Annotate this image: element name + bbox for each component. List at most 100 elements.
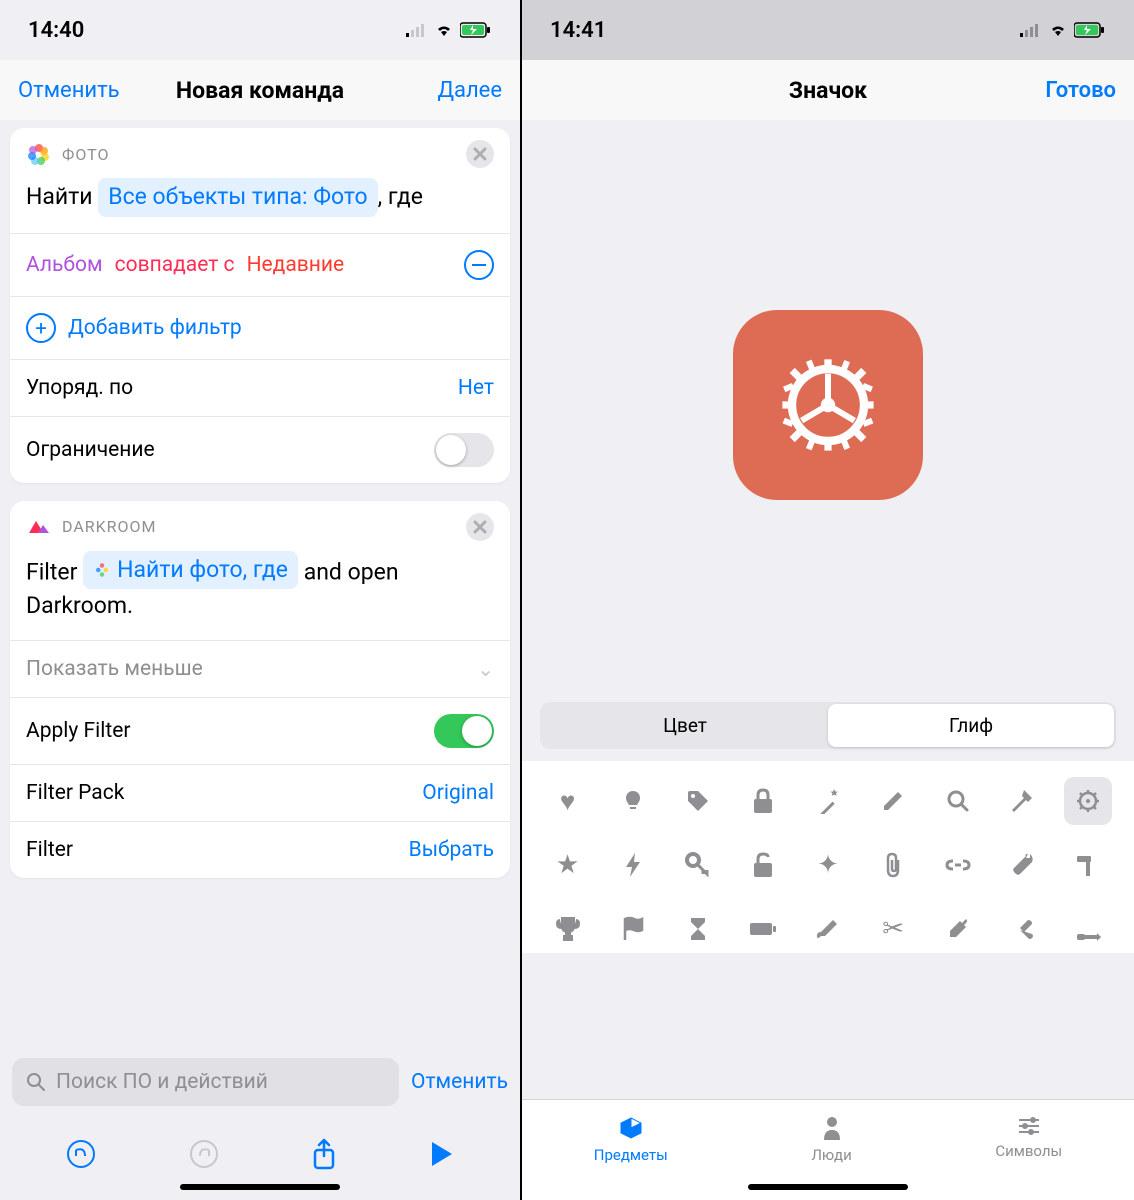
close-icon[interactable] [466, 140, 494, 168]
bulb-icon[interactable] [609, 777, 657, 825]
paint-icon[interactable] [804, 905, 852, 953]
remove-filter-button[interactable] [464, 250, 494, 280]
wifi-icon [434, 23, 454, 37]
filter-label: Filter [26, 838, 73, 862]
heart-icon[interactable]: ♥ [544, 777, 592, 825]
link-icon[interactable] [934, 841, 982, 889]
limit-toggle[interactable] [434, 433, 494, 467]
next-button[interactable]: Далее [437, 78, 502, 103]
tools-icon[interactable] [999, 905, 1047, 953]
share-button[interactable] [311, 1138, 337, 1170]
segment-color[interactable]: Цвет [542, 704, 828, 747]
tab-objects[interactable]: Предметы [594, 1116, 668, 1164]
trophy-icon[interactable] [544, 905, 592, 953]
gear-icon[interactable] [1064, 777, 1112, 825]
sparkle-icon[interactable]: ✦ [804, 841, 852, 889]
screwdriver-icon[interactable] [1064, 905, 1112, 953]
filter-value[interactable]: Выбрать [409, 838, 494, 862]
tag-icon[interactable] [674, 777, 722, 825]
status-bar: 14:41 [522, 0, 1134, 60]
wand-icon[interactable] [804, 777, 852, 825]
apply-filter-toggle[interactable] [434, 714, 494, 748]
cancel-button[interactable]: Отменить [18, 78, 120, 103]
hammer2-icon[interactable] [1064, 841, 1112, 889]
battery-icon[interactable] [739, 905, 787, 953]
paperclip-icon[interactable] [869, 841, 917, 889]
filter-pack-label: Filter Pack [26, 781, 124, 805]
nav-title: Значок [789, 77, 867, 104]
find-text: Найти [26, 183, 93, 210]
redo-button [189, 1139, 219, 1169]
where-text: , где [378, 183, 423, 210]
app-name: ФОТО [62, 145, 109, 164]
add-filter-label[interactable]: Добавить фильтр [68, 316, 242, 340]
filter-pack-value[interactable]: Original [422, 781, 494, 805]
status-icons [406, 22, 492, 38]
home-indicator[interactable] [748, 1184, 908, 1190]
app-name: DARKROOM [62, 517, 157, 536]
sliders-icon [1017, 1116, 1041, 1136]
play-button[interactable] [430, 1140, 454, 1168]
flag-icon[interactable] [609, 905, 657, 953]
glyph-grid: ♥ ★ ✦ ✂ [522, 761, 1134, 953]
action-card-photos: ФОТО Найти Все объекты типа: Фото, где А… [10, 128, 510, 483]
gear-icon [768, 345, 888, 465]
cube-icon [619, 1116, 643, 1140]
scissors-icon[interactable]: ✂ [869, 905, 917, 953]
tab-symbols[interactable]: Символы [995, 1116, 1062, 1164]
status-time: 14:41 [550, 18, 606, 43]
done-button[interactable]: Готово [1045, 78, 1116, 103]
icon-preview-area [522, 120, 1134, 690]
sort-value[interactable]: Нет [458, 376, 494, 400]
icon-preview [733, 310, 923, 500]
pencil-icon[interactable] [869, 777, 917, 825]
signal-icon [406, 23, 428, 37]
photo-type-token[interactable]: Все объекты типа: Фото [98, 178, 377, 217]
person-icon [822, 1116, 842, 1140]
close-icon[interactable] [466, 513, 494, 541]
search-icon [26, 1072, 46, 1092]
find-photo-token[interactable]: Найти фото, где [83, 551, 298, 590]
home-indicator[interactable] [180, 1184, 340, 1190]
filter-value[interactable]: Недавние [247, 253, 345, 277]
search-bar: Поиск ПО и действий Отменить [0, 1044, 520, 1120]
nav-bar: Отменить Новая команда Далее [0, 60, 520, 120]
unlock-icon[interactable] [739, 841, 787, 889]
nav-bar: Значок Готово [522, 60, 1134, 120]
wifi-icon [1048, 23, 1068, 37]
wrench-icon[interactable] [999, 841, 1047, 889]
bolt-icon[interactable] [609, 841, 657, 889]
hourglass-icon[interactable] [674, 905, 722, 953]
status-time: 14:40 [28, 18, 84, 43]
limit-label: Ограничение [26, 438, 155, 462]
apply-filter-label: Apply Filter [26, 719, 130, 743]
search-placeholder: Поиск ПО и действий [56, 1070, 268, 1094]
segmented-control[interactable]: Цвет Глиф [540, 702, 1116, 749]
lock-icon[interactable] [739, 777, 787, 825]
battery-icon [460, 22, 492, 38]
tab-people[interactable]: Люди [811, 1116, 851, 1164]
search-cancel-button[interactable]: Отменить [411, 1070, 508, 1094]
chevron-down-icon[interactable]: ⌄ [477, 657, 494, 681]
filter-predicate[interactable]: совпадает с [115, 253, 235, 277]
search-input[interactable]: Поиск ПО и действий [12, 1058, 399, 1106]
sort-label: Упоряд. по [26, 376, 133, 400]
filter-field-album[interactable]: Альбом [26, 253, 103, 277]
status-bar: 14:40 [0, 0, 520, 60]
add-filter-button[interactable]: + [26, 313, 56, 343]
battery-icon [1074, 22, 1106, 38]
darkroom-app-icon [26, 514, 52, 540]
nav-title: Новая команда [176, 77, 344, 104]
filter-word: Filter [26, 558, 77, 585]
search-icon[interactable] [934, 777, 982, 825]
photos-app-icon [26, 141, 52, 167]
status-icons [1020, 22, 1106, 38]
hammer-icon[interactable] [999, 777, 1047, 825]
dropper-icon[interactable] [934, 905, 982, 953]
action-card-darkroom: DARKROOM Filter Найти фото, где and open… [10, 501, 510, 878]
segment-glyph[interactable]: Глиф [828, 704, 1114, 747]
key-icon[interactable] [674, 841, 722, 889]
star-icon[interactable]: ★ [544, 841, 592, 889]
undo-button[interactable] [66, 1139, 96, 1169]
show-less-button[interactable]: Показать меньше [26, 657, 203, 681]
